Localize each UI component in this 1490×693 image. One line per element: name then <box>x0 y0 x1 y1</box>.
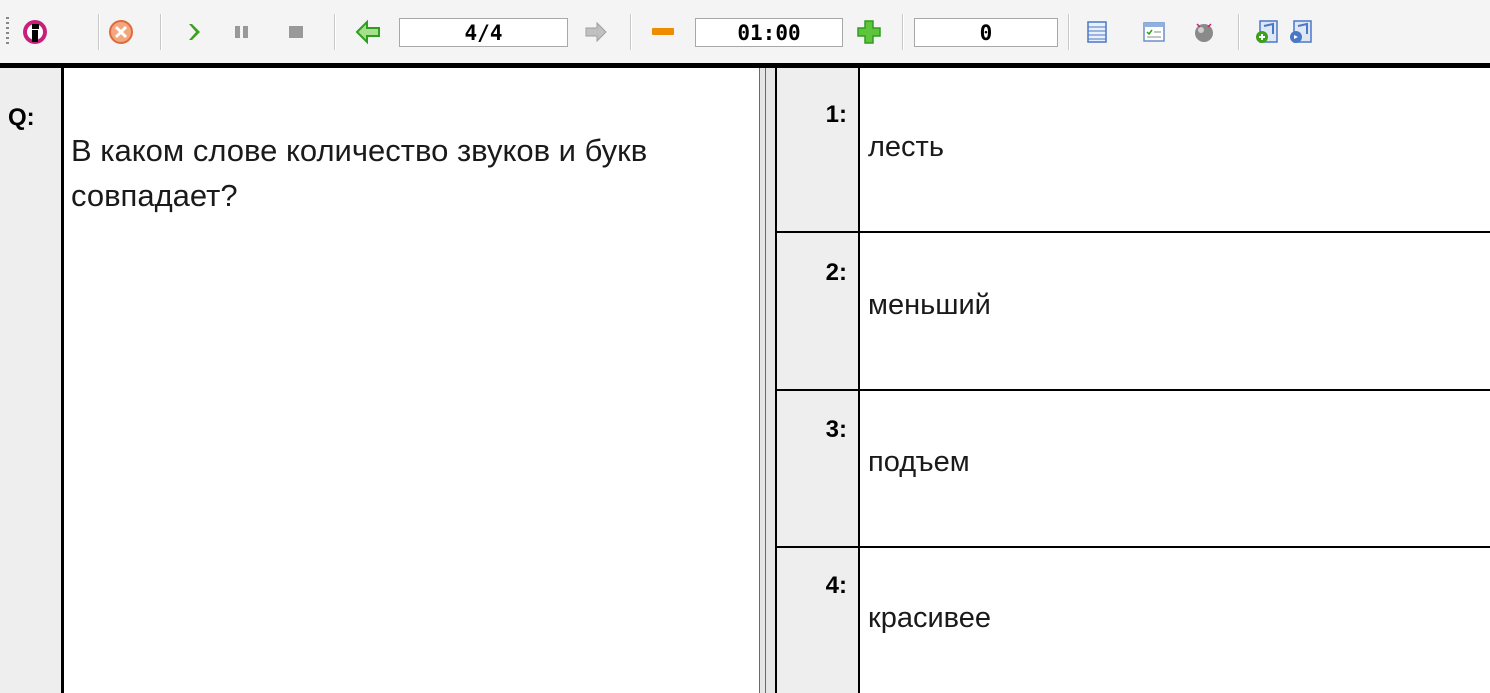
previous-button[interactable] <box>350 0 386 63</box>
sound-button[interactable] <box>1284 0 1318 63</box>
answer-number: 1: <box>825 101 847 128</box>
answer-number: 3: <box>825 416 847 443</box>
decrease-time-button[interactable] <box>646 0 680 63</box>
toolbar-separator <box>334 14 336 50</box>
question-label-column <box>0 68 64 693</box>
record-button[interactable] <box>1187 0 1221 63</box>
arrow-left-icon <box>355 19 380 44</box>
toolbar-separator <box>1238 14 1240 50</box>
form-icon <box>1143 21 1165 42</box>
splitter-line <box>765 68 766 693</box>
toolbar-separator <box>902 14 904 50</box>
sound-icon <box>1290 19 1312 43</box>
answer-text: меньший <box>868 289 991 321</box>
answer-row[interactable]: 3: подъем <box>777 390 1490 548</box>
score-field[interactable]: 0 <box>914 18 1058 47</box>
question-label: Q: <box>8 104 35 131</box>
close-button[interactable] <box>104 0 138 63</box>
toolbar-separator <box>160 14 162 50</box>
close-circle-icon <box>109 19 133 44</box>
info-button[interactable] <box>18 0 52 63</box>
play-icon <box>189 23 200 40</box>
add-sound-button[interactable] <box>1250 0 1284 63</box>
answer-number: 2: <box>825 259 847 286</box>
play-button[interactable] <box>180 0 210 63</box>
record-icon <box>1195 22 1213 42</box>
arrow-right-icon <box>585 21 607 42</box>
increase-time-button[interactable] <box>852 0 886 63</box>
slide-counter-field[interactable]: 4/4 <box>399 18 568 47</box>
question-text: В каком слове количество звуков и букв с… <box>71 133 648 213</box>
answer-row[interactable]: 4: красивее <box>777 546 1490 693</box>
answer-text: подъем <box>868 446 970 478</box>
pause-icon <box>235 25 248 38</box>
stop-icon <box>289 25 303 38</box>
answer-number: 4: <box>825 572 847 599</box>
toolbar: 4/4 01:00 0 <box>0 0 1490 68</box>
panel-splitter[interactable] <box>759 68 777 693</box>
table-icon <box>1087 20 1107 43</box>
answer-text: красивее <box>868 602 991 634</box>
next-button[interactable] <box>579 0 613 63</box>
add-sound-icon <box>1256 19 1278 43</box>
toolbar-grip[interactable] <box>6 17 9 45</box>
toolbar-separator <box>98 14 100 50</box>
toolbar-separator <box>1068 14 1070 50</box>
answer-row[interactable]: 2: меньший <box>777 233 1490 391</box>
answer-text: лесть <box>868 131 944 163</box>
stop-button[interactable] <box>282 0 310 63</box>
minus-icon <box>652 27 674 35</box>
pause-button[interactable] <box>228 0 256 63</box>
toolbar-separator <box>630 14 632 50</box>
form-button[interactable] <box>1137 0 1171 63</box>
timer-field[interactable]: 01:00 <box>695 18 843 47</box>
table-button[interactable] <box>1080 0 1114 63</box>
plus-icon <box>857 19 881 44</box>
info-icon <box>23 19 47 44</box>
answer-row[interactable]: 1: лесть <box>777 75 1490 233</box>
